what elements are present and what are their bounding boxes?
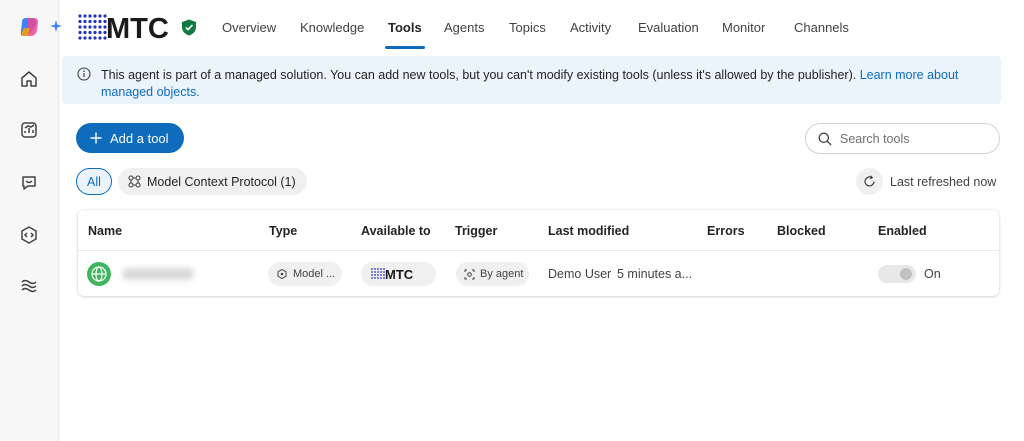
column-header-type[interactable]: Type	[269, 224, 297, 238]
tab-activity[interactable]: Activity	[570, 20, 611, 35]
tab-tools[interactable]: Tools	[388, 20, 422, 35]
filter-mcp-chip[interactable]: Model Context Protocol (1)	[118, 168, 307, 195]
tool-type-label: Model ...	[293, 268, 336, 280]
model-context-icon	[277, 269, 287, 279]
active-tab-indicator	[385, 46, 425, 49]
tab-agents[interactable]: Agents	[444, 20, 484, 35]
logo-text: MTC	[106, 13, 169, 42]
agent-logo: MTC	[77, 12, 189, 45]
chat-icon[interactable]	[14, 168, 44, 198]
available-to-pill: MTC	[361, 262, 436, 286]
left-rail	[0, 0, 59, 441]
tab-evaluation[interactable]: Evaluation	[638, 20, 699, 35]
column-header-available-to[interactable]: Available to	[361, 224, 431, 238]
banner-message: This agent is part of a managed solution…	[101, 67, 981, 101]
toggle-knob	[900, 268, 912, 280]
column-header-trigger[interactable]: Trigger	[455, 224, 497, 238]
globe-icon	[87, 262, 111, 286]
column-header-blocked[interactable]: Blocked	[777, 224, 826, 238]
tab-knowledge[interactable]: Knowledge	[300, 20, 364, 35]
home-icon[interactable]	[14, 64, 44, 94]
filter-mcp-label: Model Context Protocol (1)	[147, 174, 296, 189]
tool-type-pill: Model ...	[268, 262, 342, 286]
column-header-last-modified[interactable]: Last modified	[548, 224, 629, 238]
info-icon	[77, 67, 91, 81]
search-input[interactable]	[840, 131, 990, 146]
column-header-enabled[interactable]: Enabled	[878, 224, 927, 238]
enabled-toggle[interactable]	[878, 265, 916, 283]
main-content: MTC Overview Knowledge Tools Agents Topi…	[50, 0, 1024, 441]
connector-icon	[128, 175, 141, 188]
agent-trigger-icon	[464, 269, 475, 279]
search-box[interactable]	[805, 123, 1000, 154]
code-icon[interactable]	[14, 220, 44, 250]
header-divider	[78, 250, 999, 251]
waves-icon[interactable]	[14, 271, 44, 301]
tab-channels[interactable]: Channels	[794, 20, 849, 35]
copilot-logo-icon[interactable]	[14, 12, 44, 42]
modified-time: 5 minutes a...	[617, 267, 693, 281]
trigger-pill: By agent	[456, 262, 529, 286]
refresh-control[interactable]: Last refreshed now	[856, 168, 1006, 195]
plus-icon	[90, 132, 102, 144]
verified-shield-icon	[182, 19, 196, 36]
refresh-icon[interactable]	[856, 168, 883, 195]
add-tool-label: Add a tool	[110, 130, 169, 146]
trigger-label: By agent	[480, 268, 524, 280]
filter-all-chip[interactable]: All	[76, 168, 112, 195]
enabled-label: On	[924, 267, 941, 281]
column-header-name[interactable]: Name	[88, 224, 122, 238]
banner-text: This agent is part of a managed solution…	[101, 68, 857, 82]
tab-topics[interactable]: Topics	[509, 20, 546, 35]
modified-by: Demo User	[548, 267, 612, 281]
top-nav: MTC Overview Knowledge Tools Agents Topi…	[50, 0, 1024, 52]
add-tool-button[interactable]: Add a tool	[76, 123, 184, 153]
available-to-logo: MTC	[370, 267, 414, 281]
available-to-text: MTC	[385, 267, 414, 281]
sparkle-icon	[50, 20, 62, 32]
tools-table: Name Type Available to Trigger Last modi…	[78, 210, 999, 296]
tool-name-redacted[interactable]	[122, 268, 194, 280]
search-icon	[818, 132, 832, 145]
managed-solution-banner: This agent is part of a managed solution…	[62, 56, 1001, 104]
analytics-icon[interactable]	[14, 115, 44, 145]
column-header-errors[interactable]: Errors	[707, 224, 745, 238]
tab-overview[interactable]: Overview	[222, 20, 276, 35]
tab-monitor[interactable]: Monitor	[722, 20, 765, 35]
last-refreshed-label: Last refreshed now	[890, 174, 997, 189]
